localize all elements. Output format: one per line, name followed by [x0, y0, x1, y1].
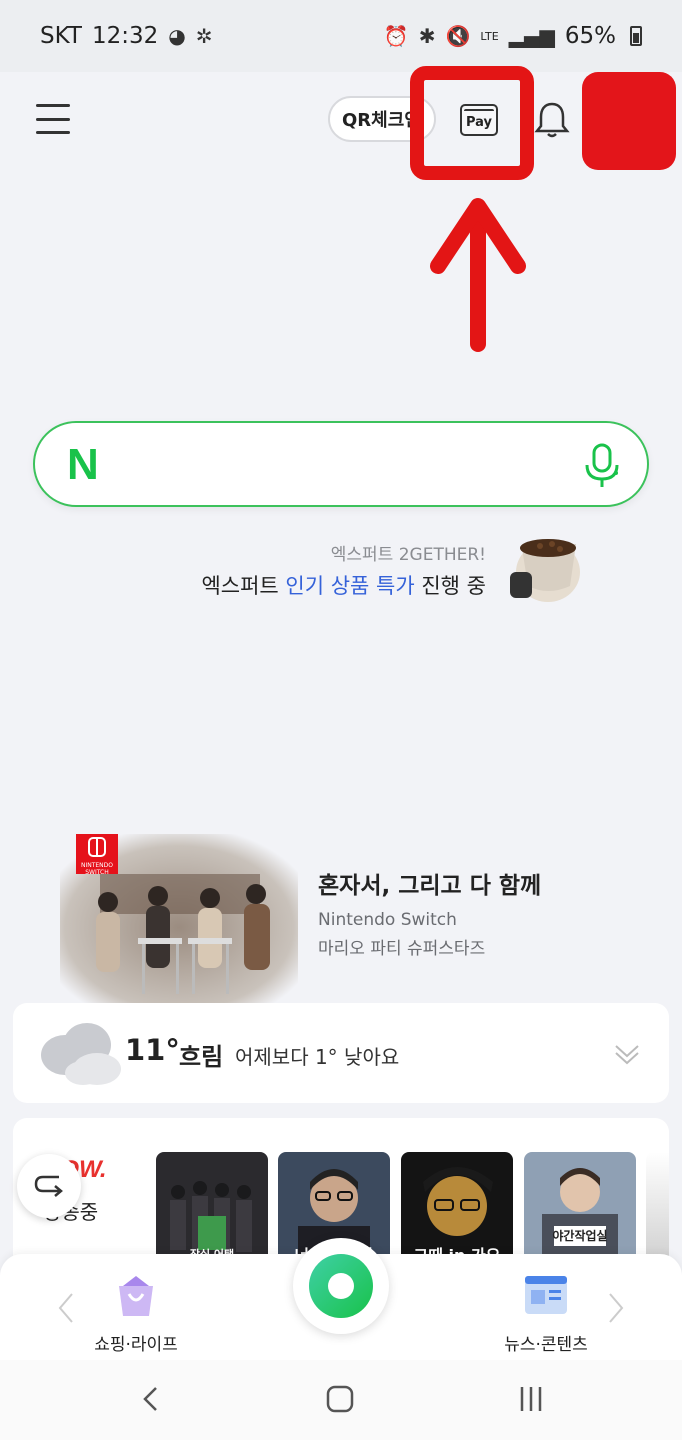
back-icon[interactable] — [136, 1384, 166, 1414]
news-contents-label: 뉴스·콘텐츠 — [504, 1335, 588, 1355]
banner-subtitle-1: Nintendo Switch — [318, 910, 457, 930]
chevron-right-icon[interactable] — [606, 1292, 626, 1324]
green-dot-button[interactable] — [293, 1238, 389, 1334]
weather-card[interactable]: 11° 흐림 어제보다 1° 낮아요 — [13, 1003, 669, 1103]
app-header: QR체크인 Pay — [0, 72, 682, 172]
system-nav-bar — [0, 1360, 682, 1440]
annotation-arrow-icon — [430, 198, 526, 352]
home-icon[interactable] — [325, 1384, 355, 1414]
promo-suffix: 진행 중 — [414, 574, 486, 598]
mute-icon: 🔇 — [445, 24, 471, 48]
news-contents-tab[interactable]: 뉴스·콘텐츠 — [476, 1272, 616, 1355]
redaction-block — [582, 72, 676, 170]
battery-percent: 65% — [564, 23, 616, 49]
nintendo-switch-logo: NINTENDO SWITCH — [76, 834, 118, 876]
clock: 12:32 — [91, 23, 159, 49]
menu-icon[interactable] — [36, 104, 70, 134]
alarm-icon: ⏰ — [383, 24, 409, 48]
weather-condition: 흐림 — [179, 1043, 224, 1071]
shopping-bag-icon — [119, 1276, 153, 1316]
recent-apps-icon[interactable] — [516, 1384, 546, 1414]
cloudy-weather-icon — [41, 1023, 121, 1085]
temperature: 11° — [125, 1033, 180, 1067]
search-bar[interactable]: N — [33, 421, 649, 507]
chevron-down-icon[interactable] — [613, 1041, 641, 1067]
status-bar: SKT 12:32 ◕ ✲ ⏰ ✱ 🔇 LTE ▂▄▆ 65% — [0, 0, 682, 72]
sync-icon: ◕ — [168, 24, 186, 48]
now-thumbnail[interactable]: 야간작업실 — [524, 1152, 636, 1268]
now-thumbnail[interactable]: 잠실 어택 — [156, 1152, 268, 1268]
green-dot-icon — [309, 1254, 373, 1318]
battery-icon — [630, 26, 642, 46]
now-thumbnail[interactable]: 그때 in 가요 — [401, 1152, 513, 1268]
shopping-life-label: 쇼핑·라이프 — [94, 1335, 178, 1355]
return-arrow-icon — [34, 1175, 63, 1197]
now-thumbnail-label: 야간작업실 — [552, 1229, 608, 1243]
naver-logo-icon: N — [67, 440, 99, 489]
promo-subtitle[interactable]: 엑스퍼트 2GETHER! — [220, 540, 486, 565]
notification-bell-icon[interactable] — [534, 100, 570, 140]
carrier: SKT — [40, 23, 82, 49]
now-thumbnail-partial[interactable] — [646, 1152, 669, 1268]
nintendo-switch-logo-text: NINTENDO SWITCH — [80, 862, 114, 876]
promo-highlight: 인기 상품 특가 — [285, 574, 415, 598]
microphone-icon[interactable] — [583, 443, 621, 489]
network-type: LTE — [480, 29, 499, 43]
banner-title[interactable]: 혼자서, 그리고 다 함께 — [318, 866, 541, 900]
news-icon — [525, 1276, 567, 1314]
signal-icon: ▂▄▆ — [508, 24, 555, 48]
coffee-beans-image[interactable] — [506, 534, 586, 606]
shopping-life-tab[interactable]: 쇼핑·라이프 — [66, 1272, 206, 1355]
banner-subtitle-2: 마리오 파티 슈퍼스타즈 — [318, 939, 486, 959]
promo-headline[interactable]: 엑스퍼트 인기 상품 특가 진행 중 — [160, 570, 486, 600]
weather-comparison: 어제보다 1° 낮아요 — [235, 1045, 400, 1069]
return-arrow-button[interactable] — [17, 1154, 81, 1218]
settings-dots-icon: ✲ — [195, 24, 213, 48]
annotation-highlight-box — [410, 66, 534, 180]
promo-prefix: 엑스퍼트 — [201, 574, 286, 598]
bluetooth-icon: ✱ — [418, 24, 436, 48]
